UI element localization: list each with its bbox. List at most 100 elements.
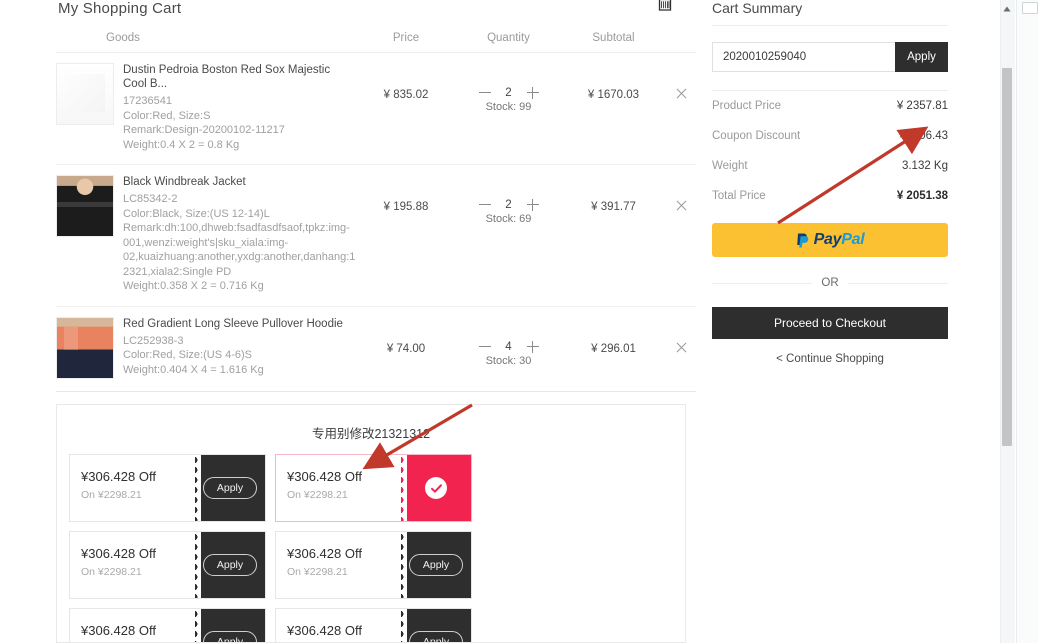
summary-line-coupon-discount: Coupon Discount ¥ -306.43: [712, 121, 948, 151]
column-header-subtotal: Subtotal: [592, 31, 635, 44]
summary-line-product-price: Product Price ¥ 2357.81: [712, 91, 948, 121]
coupon-apply-button[interactable]: Apply: [202, 477, 258, 499]
coupon-action-area[interactable]: [400, 455, 471, 521]
proceed-to-checkout-button[interactable]: Proceed to Checkout: [712, 307, 948, 339]
cart-item-row: Black Windbreak Jacket LC85342-2 Color:B…: [56, 165, 696, 307]
quantity-value[interactable]: 4: [503, 341, 515, 353]
plus-icon[interactable]: [526, 340, 539, 353]
remove-item-button[interactable]: [666, 175, 696, 215]
product-price: ¥ 835.02: [383, 89, 429, 101]
coupon-apply-button[interactable]: Apply: [202, 631, 258, 642]
coupon-amount: ¥306.428 Off: [287, 469, 362, 484]
coupon-list: ¥306.428 Off On ¥2298.21 Apply ¥306.428 Off…: [69, 454, 673, 642]
coupon-info: ¥306.428 Off On ¥2298.21: [70, 532, 195, 598]
product-subtotal: ¥ 391.77: [591, 201, 636, 213]
product-subtotal: ¥ 296.01: [591, 342, 636, 355]
window-edge-strip: [1016, 0, 1038, 643]
shopping-cart-page: My Shopping Cart Goods Price Quantity Su…: [0, 0, 1038, 643]
product-thumbnail[interactable]: [56, 316, 114, 379]
coupon-info: ¥306.428 Off On ¥2298.21: [70, 455, 195, 521]
goods-cell: Red Gradient Long Sleeve Pullover Hoodie…: [56, 316, 356, 379]
divider-line-left: [712, 282, 813, 284]
column-header-price: Price: [392, 31, 420, 44]
coupon-amount: ¥306.428 Off: [287, 546, 362, 561]
coupon-apply-button[interactable]: Apply: [408, 631, 464, 642]
minus-icon[interactable]: [478, 341, 491, 353]
quantity-value[interactable]: 2: [503, 199, 515, 211]
product-remark: Remark:Design-20200102-11217: [123, 124, 285, 136]
close-x-icon[interactable]: [675, 199, 688, 212]
summary-line-weight: Weight 3.132 Kg: [712, 151, 948, 181]
stock-label: Stock: 69: [485, 213, 532, 225]
or-label: OR: [821, 277, 839, 289]
product-variant: Color:Red, Size:S: [123, 109, 211, 122]
coupon-card[interactable]: ¥306.428 OffOn ¥2298.21Apply: [69, 608, 266, 642]
column-header-goods: Goods: [106, 31, 140, 44]
product-name[interactable]: Dustin Pedroia Boston Red Sox Majestic C…: [123, 63, 356, 91]
coupon-action-area[interactable]: Apply: [194, 455, 265, 521]
remove-item-button[interactable]: [666, 317, 696, 357]
quantity-stepper: 2 Stock: 69: [456, 175, 561, 225]
product-name[interactable]: Red Gradient Long Sleeve Pullover Hoodie: [123, 317, 356, 331]
summary-value: ¥ -306.43: [899, 130, 948, 142]
product-weight: Weight:0.358 X 2 = 0.716 Kg: [123, 280, 264, 292]
close-x-icon[interactable]: [675, 87, 688, 100]
product-subtotal: ¥ 1670.03: [587, 89, 640, 101]
goods-cell: Dustin Pedroia Boston Red Sox Majestic C…: [56, 63, 356, 152]
coupon-perforation: [194, 455, 201, 521]
coupon-card[interactable]: ¥306.428 OffOn ¥2298.21 Apply: [69, 531, 266, 599]
continue-shopping-link[interactable]: < Continue Shopping: [712, 353, 948, 365]
summary-title: Cart Summary: [712, 0, 948, 26]
coupon-card[interactable]: ¥306.428 OffOn ¥2298.21 Apply: [275, 531, 472, 599]
coupon-action-area[interactable]: Apply: [400, 609, 471, 642]
goods-cell: Black Windbreak Jacket LC85342-2 Color:B…: [56, 175, 356, 294]
stock-label: Stock: 30: [485, 354, 532, 367]
vertical-scrollbar-thumb[interactable]: [1002, 68, 1012, 446]
paypal-pal-text: Pal: [841, 231, 865, 248]
coupon-card[interactable]: ¥306.428 Off On ¥2298.21: [275, 454, 472, 522]
quantity-stepper: 4 Stock: 30: [456, 317, 561, 367]
coupon-panel-title: 专用别修改21321312: [311, 427, 431, 441]
coupon-panel: 专用别修改21321312 ¥306.428 Off On ¥2298.21 App…: [56, 404, 686, 643]
coupon-action-area[interactable]: Apply: [400, 532, 471, 598]
paypal-checkout-button[interactable]: PayPal: [712, 223, 948, 257]
cart-item-row: Dustin Pedroia Boston Red Sox Majestic C…: [56, 53, 696, 165]
column-header-quantity: Quantity: [487, 31, 530, 44]
apply-coupon-button[interactable]: Apply: [895, 42, 948, 72]
product-weight: Weight:0.4 X 2 = 0.8 Kg: [123, 138, 240, 151]
product-sku: LC85342-2: [123, 193, 178, 205]
shopping-bag-icon[interactable]: [656, 0, 674, 12]
minus-icon[interactable]: [478, 87, 491, 99]
coupon-action-area[interactable]: Apply: [194, 609, 265, 642]
product-sku: LC252938-3: [123, 334, 184, 347]
coupon-action-area[interactable]: Apply: [194, 532, 265, 598]
window-control-icon[interactable]: [1022, 2, 1038, 14]
coupon-apply-button[interactable]: Apply: [408, 554, 464, 576]
minus-icon[interactable]: [478, 199, 491, 211]
plus-icon[interactable]: [526, 199, 539, 211]
coupon-apply-button[interactable]: Apply: [202, 554, 258, 576]
stock-label: Stock: 99: [485, 101, 532, 113]
product-thumbnail[interactable]: [56, 175, 114, 237]
remove-item-button[interactable]: [666, 63, 696, 103]
quantity-value[interactable]: 2: [503, 87, 515, 99]
coupon-card[interactable]: ¥306.428 OffOn ¥2298.21Apply: [275, 608, 472, 642]
close-x-icon[interactable]: [675, 341, 688, 354]
paypal-logo-icon: [796, 232, 811, 249]
product-variant: Color:Red, Size:(US 4-6)S: [123, 349, 252, 361]
coupon-threshold: On ¥2298.21: [81, 489, 142, 501]
product-name[interactable]: Black Windbreak Jacket: [123, 175, 356, 189]
coupon-code-input[interactable]: [712, 42, 895, 72]
check-circle-icon: [425, 477, 447, 499]
coupon-info: ¥306.428 Off On ¥2298.21: [276, 532, 401, 598]
scroll-up-arrow-icon[interactable]: [1002, 2, 1012, 12]
product-price: ¥ 74.00: [386, 342, 426, 355]
coupon-amount: ¥306.428 Off: [81, 546, 156, 561]
cart-table-header: Goods Price Quantity Subtotal: [56, 23, 696, 53]
paypal-pay-text: Pay: [813, 231, 842, 248]
product-thumbnail[interactable]: [56, 63, 114, 125]
product-price: ¥ 195.88: [383, 201, 429, 213]
coupon-card[interactable]: ¥306.428 OffOn ¥2298.21 Apply: [69, 454, 266, 522]
plus-icon[interactable]: [526, 87, 539, 99]
coupon-code-row: Apply: [712, 42, 948, 72]
